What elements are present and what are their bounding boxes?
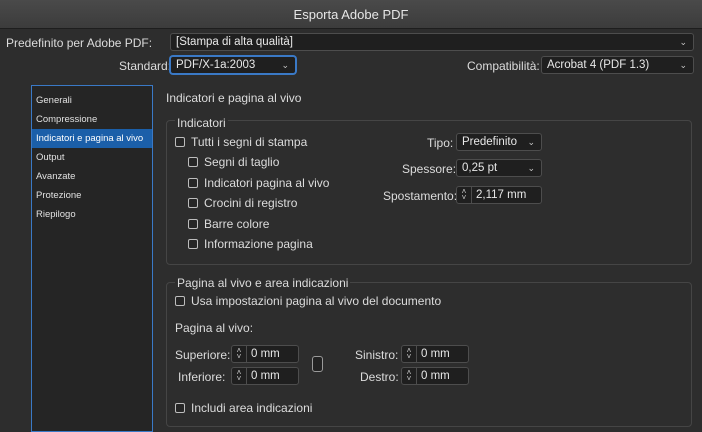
left-label: Sinistro: [355,348,399,362]
chevron-down-icon: ⌄ [281,60,289,70]
stepper-icon[interactable]: ˄ ˅ [402,346,417,362]
top-bleed-value: 0 mm [251,348,280,360]
color-bars-checkbox[interactable]: Barre colore [188,217,269,231]
standard-label: Standard: [119,59,172,73]
right-bleed-stepper[interactable]: ˄ ˅ 0 mm [401,367,469,385]
weight-label: Spessore: [402,162,457,176]
checkbox-icon [188,198,198,208]
marks-group-title: Indicatori [175,116,228,130]
preset-select[interactable]: [Stampa di alta qualità] ⌄ [170,33,694,51]
bleed-label: Pagina al vivo: [175,321,254,335]
sidebar-item-protezione[interactable]: Protezione [32,186,152,205]
sidebar-item-output[interactable]: Output [32,148,152,167]
checkbox-icon [175,296,185,306]
checkbox-icon [188,157,198,167]
stepper-icon[interactable]: ˄ ˅ [232,368,247,384]
chevron-down-icon: ⌄ [679,37,687,47]
bleed-marks-checkbox[interactable]: Indicatori pagina al vivo [188,176,329,190]
checkbox-icon [175,403,185,413]
offset-label: Spostamento: [383,189,458,203]
standard-value: PDF/X-1a:2003 [176,59,256,71]
all-marks-label: Tutti i segni di stampa [191,135,308,149]
crop-marks-checkbox[interactable]: Segni di taglio [188,155,279,169]
right-bleed-value: 0 mm [421,370,450,382]
standard-select[interactable]: PDF/X-1a:2003 ⌄ [170,56,296,74]
stepper-icon[interactable]: ˄ ˅ [232,346,247,362]
page-info-checkbox[interactable]: Informazione pagina [188,237,313,251]
title-bar: Esporta Adobe PDF [0,0,702,29]
type-select[interactable]: Predefinito ⌄ [456,133,542,151]
checkbox-icon [188,239,198,249]
stepper-icon[interactable]: ˄ ˅ [402,368,417,384]
compatibility-select[interactable]: Acrobat 4 (PDF 1.3) ⌄ [541,56,694,74]
sidebar-item-avanzate[interactable]: Avanzate [32,167,152,186]
bleed-marks-label: Indicatori pagina al vivo [204,176,330,190]
include-slug-label: Includi area indicazioni [191,401,313,415]
page-info-label: Informazione pagina [204,237,313,251]
compatibility-label: Compatibilità: [467,59,540,73]
preset-value: [Stampa di alta qualità] [176,36,293,48]
crop-marks-label: Segni di taglio [204,155,280,169]
type-label: Tipo: [427,136,454,150]
section-title: Indicatori e pagina al vivo [166,91,302,105]
sidebar-item-riepilogo[interactable]: Riepilogo [32,205,152,224]
registration-marks-label: Crocini di registro [204,196,298,210]
checkbox-icon [188,219,198,229]
type-value: Predefinito [462,136,517,148]
top-label: Superiore: [175,348,231,362]
use-document-bleed-label: Usa impostazioni pagina al vivo del docu… [191,294,442,308]
checkbox-icon [175,137,185,147]
preset-label: Predefinito per Adobe PDF: [6,36,153,50]
use-document-bleed-checkbox[interactable]: Usa impostazioni pagina al vivo del docu… [175,294,441,308]
registration-marks-checkbox[interactable]: Crocini di registro [188,196,297,210]
sidebar-item-indicatori[interactable]: Indicatori e pagina al vivo [32,129,152,148]
bleed-group-title: Pagina al vivo e area indicazioni [175,276,351,290]
chevron-down-icon: ⌄ [527,137,535,147]
sidebar-item-compressione[interactable]: Compressione [32,110,152,129]
window-title: Esporta Adobe PDF [293,6,409,22]
stepper-icon[interactable]: ˄ ˅ [457,187,472,203]
sidebar: Generali Compressione Indicatori e pagin… [31,85,153,432]
top-bleed-stepper[interactable]: ˄ ˅ 0 mm [231,345,299,363]
include-slug-checkbox[interactable]: Includi area indicazioni [175,401,312,415]
bottom-bleed-stepper[interactable]: ˄ ˅ 0 mm [231,367,299,385]
chevron-down-icon: ⌄ [679,60,687,70]
color-bars-label: Barre colore [204,217,270,231]
weight-select[interactable]: 0,25 pt ⌄ [456,159,542,177]
sidebar-item-generali[interactable]: Generali [32,91,152,110]
left-bleed-value: 0 mm [421,348,450,360]
all-marks-checkbox[interactable]: Tutti i segni di stampa [175,135,307,149]
offset-stepper[interactable]: ˄ ˅ 2,117 mm [456,186,542,204]
chevron-down-icon: ⌄ [527,163,535,173]
checkbox-icon [188,178,198,188]
bottom-label: Inferiore: [178,370,226,384]
compatibility-value: Acrobat 4 (PDF 1.3) [547,59,650,71]
weight-value: 0,25 pt [462,162,498,174]
offset-value: 2,117 mm [476,189,527,201]
bottom-bleed-value: 0 mm [251,370,280,382]
chain-link-icon[interactable] [312,356,323,372]
left-bleed-stepper[interactable]: ˄ ˅ 0 mm [401,345,469,363]
right-label: Destro: [360,370,399,384]
